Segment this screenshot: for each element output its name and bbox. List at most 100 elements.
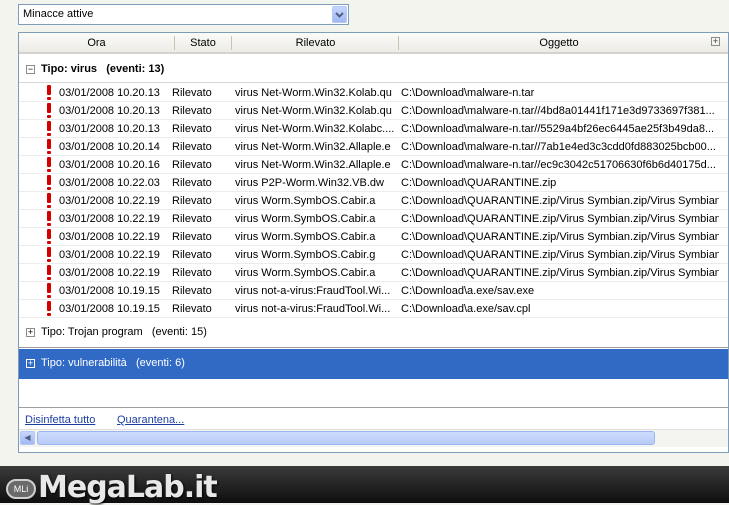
quarantine-link[interactable]: Quarantena... [117,414,184,426]
table-row[interactable]: 03/01/2008 10.22.19 Rilevato virus Worm.Sy… [19,210,728,228]
alert-exclamation-icon [47,85,51,100]
cell-ora: 03/01/2008 10.20.13 [59,105,160,117]
dropdown-arrow-button[interactable] [332,6,347,23]
cell-stato: Rilevato [172,177,212,189]
divider [19,347,728,348]
horizontal-scrollbar[interactable]: ◀ [19,429,728,447]
divider [19,82,728,83]
table-row[interactable]: 03/01/2008 10.22.03 Rilevato virus P2P-Wor… [19,174,728,192]
cell-stato: Rilevato [172,159,212,171]
filter-dropdown[interactable]: Minacce attive [18,4,349,25]
alert-exclamation-icon [47,301,51,316]
filter-selected-value: Minacce attive [23,8,94,20]
alert-exclamation-icon [47,103,51,118]
cell-rilevato: virus Net-Worm.Win32.Kolabc.... [235,123,394,135]
table-row[interactable]: 03/01/2008 10.20.13 Rilevato virus Net-Wor… [19,84,728,102]
cell-rilevato: virus not-a-virus:FraudTool.Wi... [235,285,391,297]
column-chooser-icon[interactable]: + [711,37,720,46]
column-header-stato[interactable]: Stato [175,37,231,49]
cell-ora: 03/01/2008 10.22.19 [59,249,160,261]
expand-icon[interactable]: + [26,328,35,337]
group-virus[interactable]: − Tipo: virus (eventi: 13) [19,60,728,80]
cell-ora: 03/01/2008 10.22.19 [59,267,160,279]
alert-exclamation-icon [47,121,51,136]
cell-oggetto: C:\Download\a.exe/sav.exe [401,285,535,297]
cell-ora: 03/01/2008 10.19.15 [59,285,160,297]
cell-stato: Rilevato [172,285,212,297]
cell-oggetto: C:\Download\QUARANTINE.zip/Virus Symbian… [401,195,719,207]
table-row[interactable]: 03/01/2008 10.22.19 Rilevato virus Worm.Sy… [19,246,728,264]
column-header-ora[interactable]: Ora [19,37,174,49]
cell-rilevato: virus Worm.SymbOS.Cabir.g [235,249,376,261]
cell-ora: 03/01/2008 10.22.19 [59,213,160,225]
cell-oggetto: C:\Download\QUARANTINE.zip [401,177,557,189]
cell-stato: Rilevato [172,213,212,225]
cell-stato: Rilevato [172,141,212,153]
cell-rilevato: virus Worm.SymbOS.Cabir.a [235,195,376,207]
group-label: Tipo: virus (eventi: 13) [41,63,165,75]
cell-stato: Rilevato [172,267,212,279]
cell-ora: 03/01/2008 10.20.14 [59,141,160,153]
table-row[interactable]: 03/01/2008 10.20.14 Rilevato virus Net-Wor… [19,138,728,156]
table-row[interactable]: 03/01/2008 10.22.19 Rilevato virus Worm.Sy… [19,228,728,246]
alert-exclamation-icon [47,229,51,244]
cell-ora: 03/01/2008 10.20.16 [59,159,160,171]
alert-exclamation-icon [47,247,51,262]
collapse-icon[interactable]: − [26,65,35,74]
table-row[interactable]: 03/01/2008 10.22.19 Rilevato virus Worm.Sy… [19,192,728,210]
group-trojan[interactable]: + Tipo: Trojan program (eventi: 15) [19,323,728,343]
table-row[interactable]: 03/01/2008 10.20.16 Rilevato virus Net-Wor… [19,156,728,174]
table-row[interactable]: 03/01/2008 10.19.15 Rilevato virus not-a-v… [19,282,728,300]
table-row[interactable]: 03/01/2008 10.22.19 Rilevato virus Worm.Sy… [19,264,728,282]
alert-exclamation-icon [47,265,51,280]
cell-oggetto: C:\Download\QUARANTINE.zip/Virus Symbian… [401,249,719,261]
watermark-logo: MLi [6,479,36,499]
chevron-down-icon [335,12,344,18]
cell-stato: Rilevato [172,87,212,99]
cell-stato: Rilevato [172,231,212,243]
cell-rilevato: virus not-a-virus:FraudTool.Wi... [235,303,391,315]
alert-exclamation-icon [47,157,51,172]
table-row[interactable]: 03/01/2008 10.19.15 Rilevato virus not-a-v… [19,300,728,318]
cell-stato: Rilevato [172,303,212,315]
cell-oggetto: C:\Download\malware-n.tar//5529a4bf26ec6… [401,123,715,135]
cell-rilevato: virus Worm.SymbOS.Cabir.a [235,231,376,243]
cell-ora: 03/01/2008 10.20.13 [59,87,160,99]
scroll-left-icon[interactable]: ◀ [20,431,35,445]
expand-icon[interactable]: + [26,359,35,368]
group-vulnerabilita[interactable]: + Tipo: vulnerabilità (eventi: 6) [19,349,728,379]
cell-ora: 03/01/2008 10.22.19 [59,195,160,207]
column-header-rilevato[interactable]: Rilevato [232,37,399,49]
alert-exclamation-icon [47,175,51,190]
alert-exclamation-icon [47,193,51,208]
alert-exclamation-icon [47,211,51,226]
cell-stato: Rilevato [172,249,212,261]
cell-oggetto: C:\Download\malware-n.tar//7ab1e4ed3c3cd… [401,141,716,153]
cell-rilevato: virus Net-Worm.Win32.Kolab.qu [235,87,392,99]
cell-ora: 03/01/2008 10.22.19 [59,231,160,243]
table-header: Ora Stato Rilevato Oggetto + [19,33,728,54]
disinfect-all-link[interactable]: Disinfetta tutto [25,414,95,426]
table-row[interactable]: 03/01/2008 10.20.13 Rilevato virus Net-Wor… [19,102,728,120]
cell-oggetto: C:\Download\malware-n.tar//4bd8a01441f17… [401,105,715,117]
scrollbar-thumb[interactable] [37,431,655,445]
cell-ora: 03/01/2008 10.19.15 [59,303,160,315]
action-links: Disinfetta tutto Quarantena... [19,407,728,430]
cell-ora: 03/01/2008 10.22.03 [59,177,160,189]
table-row[interactable]: 03/01/2008 10.20.13 Rilevato virus Net-Wor… [19,120,728,138]
watermark-text: MegaLab.it [38,470,218,505]
cell-stato: Rilevato [172,123,212,135]
group-label: Tipo: Trojan program (eventi: 15) [41,326,207,338]
cell-rilevato: virus P2P-Worm.Win32.VB.dw [235,177,384,189]
cell-rilevato: virus Worm.SymbOS.Cabir.a [235,213,376,225]
cell-stato: Rilevato [172,195,212,207]
cell-rilevato: virus Net-Worm.Win32.Kolab.qu [235,105,392,117]
cell-oggetto: C:\Download\QUARANTINE.zip/Virus Symbian… [401,267,719,279]
alert-exclamation-icon [47,139,51,154]
cell-oggetto: C:\Download\QUARANTINE.zip/Virus Symbian… [401,231,719,243]
cell-rilevato: virus Net-Worm.Win32.Allaple.e [235,159,391,171]
cell-rilevato: virus Worm.SymbOS.Cabir.a [235,267,376,279]
cell-rilevato: virus Net-Worm.Win32.Allaple.e [235,141,391,153]
column-header-oggetto[interactable]: Oggetto [399,37,719,49]
cell-oggetto: C:\Download\a.exe/sav.cpl [401,303,531,315]
